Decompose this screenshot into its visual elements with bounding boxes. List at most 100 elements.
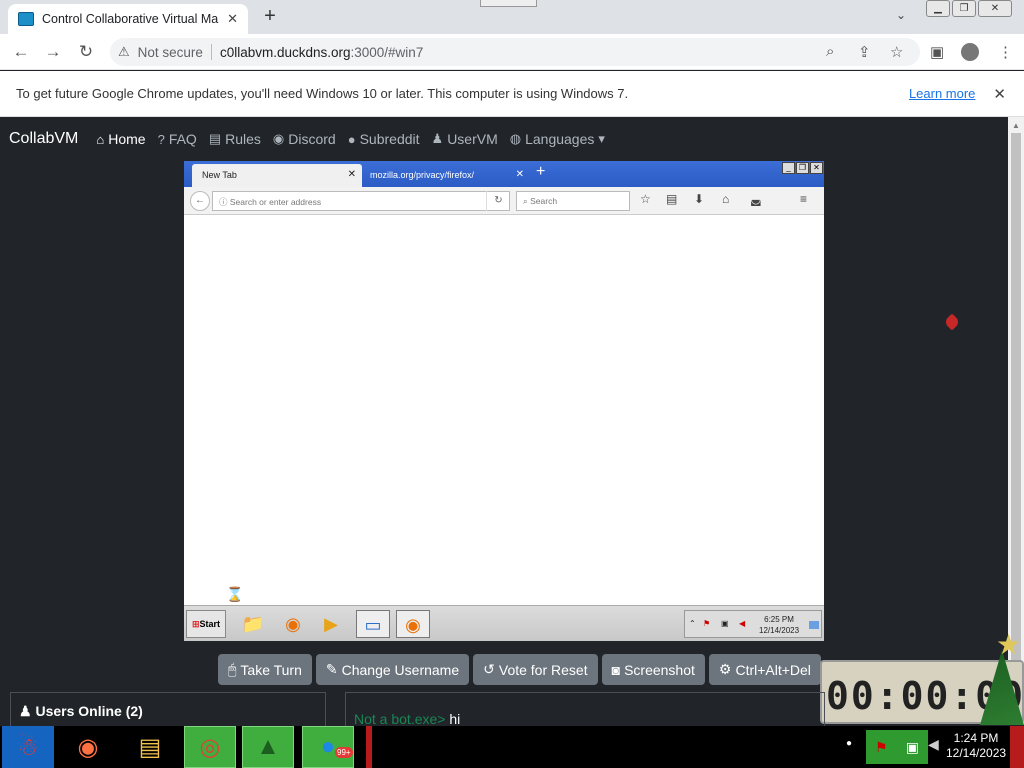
vote-reset-button[interactable]: ↺ Vote for Reset: [473, 654, 598, 685]
tray-dot-icon: ●: [846, 738, 853, 749]
messenger-icon[interactable]: ● 99+: [302, 726, 354, 768]
back-icon[interactable]: ←: [190, 191, 210, 211]
chrome-icon[interactable]: ◎: [184, 726, 236, 768]
tray-up-icon[interactable]: ⌃: [689, 619, 696, 628]
vm-url-input[interactable]: ⓘ Search or enter address: [212, 191, 510, 211]
url-text[interactable]: c0llabvm.duckdns.org:3000/#win7: [220, 45, 423, 60]
close-icon[interactable]: ✕: [810, 162, 823, 174]
star-icon[interactable]: ☆: [640, 192, 651, 206]
close-infobar-icon[interactable]: ✕: [993, 85, 1006, 103]
home-icon: ⌂: [96, 131, 105, 147]
nav-label: Rules: [225, 131, 261, 147]
vm-new-tab-icon[interactable]: +: [536, 163, 545, 181]
download-icon[interactable]: ⬇: [694, 192, 704, 206]
chat-message: Not a bot.exe> hi: [354, 711, 460, 727]
window-icon[interactable]: ▭: [356, 610, 390, 638]
nav-label: Subreddit: [359, 131, 420, 147]
pocket-icon[interactable]: ◛: [750, 192, 762, 206]
warning-icon[interactable]: ⚠: [118, 44, 130, 60]
back-icon[interactable]: ←: [10, 41, 32, 63]
ctrl-alt-del-button[interactable]: ⚙ Ctrl+Alt+Del: [708, 654, 821, 685]
new-tab-button[interactable]: +: [258, 5, 282, 29]
nav-label: Languages: [525, 131, 595, 147]
brand[interactable]: CollabVM: [9, 130, 78, 148]
address-bar[interactable]: ⚠ Not secure c0llabvm.duckdns.org:3000/#…: [110, 38, 920, 66]
close-window-icon[interactable]: ✕: [978, 0, 1012, 17]
side-panel-icon[interactable]: ▣: [930, 43, 944, 61]
vm-start-button[interactable]: ⊞Start: [186, 610, 226, 638]
window-notch: [480, 0, 537, 7]
nav-languages[interactable]: ◍ Languages ▾: [510, 131, 605, 147]
flag-icon[interactable]: ⚑: [875, 739, 888, 756]
nav-discord[interactable]: ◉ Discord: [273, 131, 336, 147]
vm-firefox-tabbar: New Tab ✕ mozilla.org/privacy/firefox/ ✕ +…: [184, 161, 824, 187]
scroll-up-icon[interactable]: ▲: [1012, 121, 1020, 130]
vm-tab-new-tab[interactable]: New Tab ✕: [192, 164, 362, 187]
nav-uservm[interactable]: ♟ UserVM: [432, 131, 498, 147]
menu-icon[interactable]: ⋮: [998, 43, 1013, 61]
nav-rules[interactable]: ▤ Rules: [209, 131, 261, 147]
share-icon[interactable]: ⇪: [858, 43, 871, 61]
learn-more-link[interactable]: Learn more: [909, 86, 975, 101]
nav-home[interactable]: ⌂ Home: [96, 131, 145, 147]
security-label[interactable]: Not secure: [138, 45, 203, 60]
santa-start-icon[interactable]: ☃: [2, 726, 54, 768]
reload-icon[interactable]: ↻: [75, 41, 97, 63]
discord-icon: ◉: [272, 131, 285, 146]
monitor-icon[interactable]: ▣: [721, 619, 729, 628]
vm-search-input[interactable]: ⌕ Search: [516, 191, 630, 211]
hamburger-menu-icon[interactable]: ≡: [800, 192, 807, 206]
system-tray: ⚑ ▣: [866, 730, 928, 764]
scrollbar-thumb[interactable]: [1011, 133, 1021, 693]
firefox-icon[interactable]: ◉: [276, 610, 310, 638]
show-desktop-button[interactable]: [1010, 726, 1024, 768]
bookmark-star-icon[interactable]: ☆: [890, 43, 903, 61]
minimize-icon[interactable]: ▁: [926, 0, 950, 17]
firefox-icon[interactable]: ◉: [62, 726, 114, 768]
vm-url-placeholder: Search or enter address: [229, 197, 322, 207]
profile-avatar-icon[interactable]: [961, 43, 979, 61]
restore-icon[interactable]: ❐: [952, 0, 976, 17]
restore-icon[interactable]: ❐: [796, 162, 809, 174]
show-desktop-icon[interactable]: [809, 621, 819, 629]
close-tab-icon[interactable]: ✕: [227, 11, 238, 27]
vm-taskbar: ⊞Start 📁 ◉ ▶ ▭ ◉ ⌃ ⚑ ▣ ◀ 6:25 PM 12/14/20…: [184, 605, 824, 641]
folder-icon[interactable]: ▤: [124, 726, 176, 768]
divider: [210, 44, 212, 60]
volume-icon[interactable]: ◀: [739, 619, 745, 628]
vm-tab-mozilla[interactable]: mozilla.org/privacy/firefox/ ✕: [364, 164, 530, 187]
os-clock[interactable]: 1:24 PM 12/14/2023: [946, 731, 1006, 761]
mouse-cursor-icon: [943, 313, 961, 331]
home-icon[interactable]: ⌂: [722, 192, 729, 206]
reload-icon[interactable]: ↻: [486, 191, 510, 211]
chat-username: Not a bot.exe>: [354, 711, 446, 727]
folder-icon[interactable]: 📁: [236, 610, 270, 638]
change-username-button[interactable]: ✎ Change Username: [315, 654, 470, 685]
firefox-active-icon[interactable]: ◉: [396, 610, 430, 638]
take-turn-button[interactable]: 🖱 Take Turn: [218, 654, 312, 685]
vm-date: 12/14/2023: [759, 626, 800, 635]
vm-clock[interactable]: 6:25 PM 12/14/2023: [759, 614, 799, 636]
chat-text: hi: [449, 711, 461, 727]
christmas-tree-app-icon[interactable]: ▲: [242, 726, 294, 768]
url-host: c0llabvm.duckdns.org: [219, 44, 351, 60]
screenshot-button[interactable]: ◙ Screenshot: [601, 654, 705, 685]
media-player-icon[interactable]: ▶: [314, 610, 348, 638]
button-label: Take Turn: [240, 661, 302, 678]
network-icon[interactable]: ▣: [906, 739, 919, 756]
tab-search-icon[interactable]: ⌄: [896, 8, 906, 22]
vm-screen[interactable]: New Tab ✕ mozilla.org/privacy/firefox/ ✕ +…: [184, 161, 824, 641]
network-icon[interactable]: ⚑: [703, 619, 710, 628]
reading-list-icon[interactable]: ▤: [666, 192, 677, 206]
minimize-icon[interactable]: _: [782, 162, 795, 174]
close-icon[interactable]: ✕: [348, 169, 356, 180]
browser-tab[interactable]: Control Collaborative Virtual Ma ✕: [8, 4, 248, 34]
forward-icon[interactable]: →: [42, 41, 64, 63]
nav-subreddit[interactable]: ● Subreddit: [348, 131, 420, 147]
zoom-icon[interactable]: ⌕: [826, 43, 834, 60]
close-icon[interactable]: ✕: [516, 169, 524, 180]
volume-icon[interactable]: ◀: [928, 736, 939, 753]
reddit-icon: ●: [347, 131, 356, 147]
nav-faq[interactable]: ? FAQ: [158, 131, 197, 147]
os-date: 12/14/2023: [946, 746, 1007, 760]
